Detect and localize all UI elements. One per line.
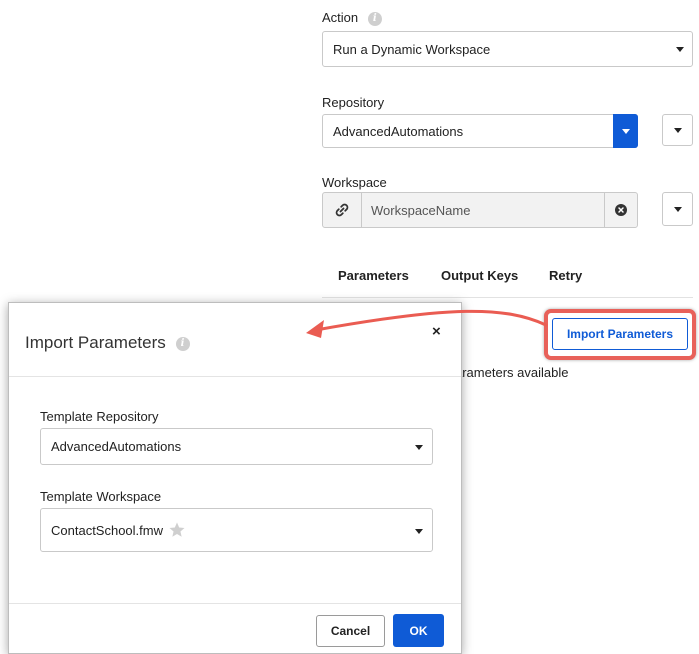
import-parameters-button[interactable]: Import Parameters (552, 318, 688, 350)
template-repository-label: Template Repository (40, 409, 159, 424)
star-icon[interactable] (168, 521, 186, 539)
link-icon[interactable] (323, 193, 362, 227)
chevron-down-icon (676, 47, 684, 52)
tab-bar: Parameters Output Keys Retry (322, 267, 693, 298)
arrow-annotation (306, 309, 548, 338)
import-button-highlight: Import Parameters (544, 309, 696, 360)
template-workspace-select[interactable]: ContactSchool.fmw (40, 508, 433, 552)
dialog-divider (9, 376, 461, 377)
tab-retry[interactable]: Retry (549, 268, 582, 283)
chevron-down-icon (621, 128, 630, 134)
import-parameters-dialog: Import Parameters i × Template Repositor… (8, 302, 462, 654)
action-select-value: Run a Dynamic Workspace (333, 41, 491, 57)
template-workspace-label: Template Workspace (40, 489, 162, 504)
tab-output-keys[interactable]: Output Keys (441, 268, 518, 283)
action-select[interactable]: Run a Dynamic Workspace (322, 31, 693, 67)
workspace-label: Workspace (322, 175, 387, 190)
tab-parameters[interactable]: Parameters (338, 268, 409, 283)
dialog-footer-divider (9, 603, 461, 604)
repository-dropdown-button[interactable] (613, 114, 638, 148)
chevron-down-icon (415, 529, 423, 534)
template-repository-value: AdvancedAutomations (51, 439, 182, 454)
repository-menu-button[interactable] (662, 114, 693, 146)
ok-button[interactable]: OK (393, 614, 444, 647)
chevron-down-icon (673, 127, 682, 133)
action-label: Action (322, 10, 359, 25)
info-icon[interactable]: i (175, 336, 190, 351)
workspace-value: WorkspaceName (371, 202, 471, 218)
chevron-down-icon (415, 445, 423, 450)
chevron-down-icon (673, 206, 682, 212)
template-repository-select[interactable]: AdvancedAutomations (40, 428, 433, 465)
clear-icon (615, 204, 627, 216)
workspace-field[interactable]: WorkspaceName (322, 192, 638, 228)
dialog-title-row: Import Parameters i (25, 333, 190, 353)
repository-label: Repository (322, 95, 385, 110)
repository-select[interactable]: AdvancedAutomations (322, 114, 638, 148)
repository-select-value: AdvancedAutomations (333, 123, 464, 139)
no-parameters-message: arameters available (455, 365, 569, 380)
info-icon[interactable]: i (367, 11, 382, 26)
action-label-row: Action i (322, 10, 382, 26)
clear-button[interactable] (604, 193, 637, 227)
template-workspace-value: ContactSchool.fmw (51, 522, 163, 538)
workspace-menu-button[interactable] (662, 192, 693, 226)
dialog-title: Import Parameters (25, 333, 166, 352)
cancel-button[interactable]: Cancel (316, 615, 385, 647)
